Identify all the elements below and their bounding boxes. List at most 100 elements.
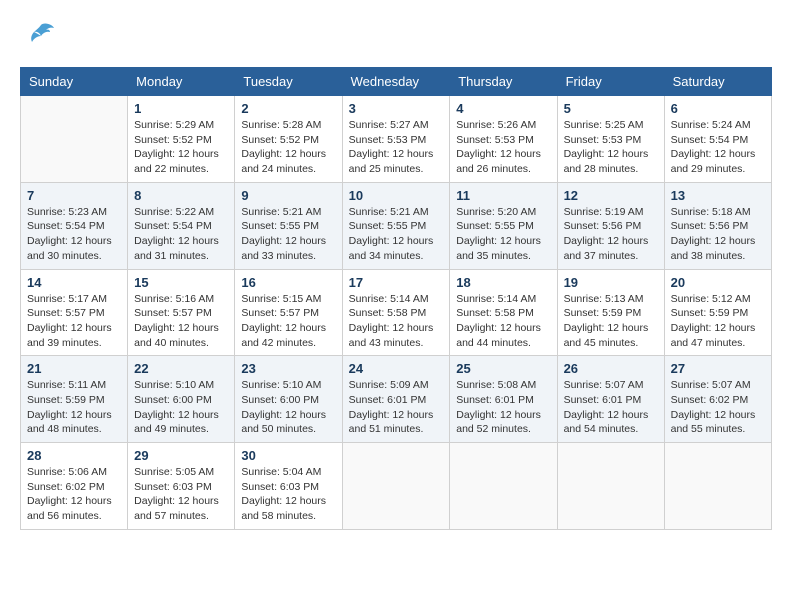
calendar-cell: 1 Sunrise: 5:29 AMSunset: 5:52 PMDaylight… (128, 96, 235, 183)
day-number: 5 (564, 101, 658, 116)
calendar-cell: 17 Sunrise: 5:14 AMSunset: 5:58 PMDayligh… (342, 269, 450, 356)
calendar-cell: 25 Sunrise: 5:08 AMSunset: 6:01 PMDayligh… (450, 356, 557, 443)
day-info: Sunrise: 5:17 AMSunset: 5:57 PMDaylight:… (27, 292, 121, 351)
day-number: 1 (134, 101, 228, 116)
calendar-cell (664, 443, 771, 530)
day-number: 18 (456, 275, 550, 290)
calendar-cell (557, 443, 664, 530)
day-number: 14 (27, 275, 121, 290)
col-header-thursday: Thursday (450, 68, 557, 96)
day-info: Sunrise: 5:15 AMSunset: 5:57 PMDaylight:… (241, 292, 335, 351)
calendar-cell (450, 443, 557, 530)
calendar-cell: 9 Sunrise: 5:21 AMSunset: 5:55 PMDaylight… (235, 182, 342, 269)
calendar-cell: 30 Sunrise: 5:04 AMSunset: 6:03 PMDayligh… (235, 443, 342, 530)
day-info: Sunrise: 5:07 AMSunset: 6:01 PMDaylight:… (564, 378, 658, 437)
day-number: 19 (564, 275, 658, 290)
day-number: 13 (671, 188, 765, 203)
calendar-cell (342, 443, 450, 530)
day-number: 9 (241, 188, 335, 203)
calendar-cell: 4 Sunrise: 5:26 AMSunset: 5:53 PMDaylight… (450, 96, 557, 183)
calendar-cell: 21Sunrise: 5:11 AMSunset: 5:59 PMDayligh… (21, 356, 128, 443)
calendar-cell: 13 Sunrise: 5:18 AMSunset: 5:56 PMDayligh… (664, 182, 771, 269)
logo-bird-icon (26, 20, 56, 57)
day-info: Sunrise: 5:05 AMSunset: 6:03 PMDaylight:… (134, 465, 228, 524)
day-info: Sunrise: 5:22 AMSunset: 5:54 PMDaylight:… (134, 205, 228, 264)
day-info: Sunrise: 5:27 AMSunset: 5:53 PMDaylight:… (349, 118, 444, 177)
calendar-cell: 23Sunrise: 5:10 AMSunset: 6:00 PMDayligh… (235, 356, 342, 443)
calendar-cell (21, 96, 128, 183)
day-info: Sunrise: 5:19 AMSunset: 5:56 PMDaylight:… (564, 205, 658, 264)
calendar-cell: 6Sunrise: 5:24 AMSunset: 5:54 PMDaylight… (664, 96, 771, 183)
calendar-cell: 28Sunrise: 5:06 AMSunset: 6:02 PMDayligh… (21, 443, 128, 530)
calendar-row: 1 Sunrise: 5:29 AMSunset: 5:52 PMDaylight… (21, 96, 772, 183)
col-header-wednesday: Wednesday (342, 68, 450, 96)
calendar-row: 14 Sunrise: 5:17 AMSunset: 5:57 PMDayligh… (21, 269, 772, 356)
day-info: Sunrise: 5:12 AMSunset: 5:59 PMDaylight:… (671, 292, 765, 351)
calendar-header-row: SundayMondayTuesdayWednesdayThursdayFrid… (21, 68, 772, 96)
day-info: Sunrise: 5:18 AMSunset: 5:56 PMDaylight:… (671, 205, 765, 264)
day-info: Sunrise: 5:08 AMSunset: 6:01 PMDaylight:… (456, 378, 550, 437)
calendar-table: SundayMondayTuesdayWednesdayThursdayFrid… (20, 67, 772, 530)
calendar-cell: 11 Sunrise: 5:20 AMSunset: 5:55 PMDayligh… (450, 182, 557, 269)
day-number: 20 (671, 275, 765, 290)
calendar-cell: 12 Sunrise: 5:19 AMSunset: 5:56 PMDayligh… (557, 182, 664, 269)
day-number: 6 (671, 101, 765, 116)
calendar-cell: 20 Sunrise: 5:12 AMSunset: 5:59 PMDayligh… (664, 269, 771, 356)
day-number: 2 (241, 101, 335, 116)
day-info: Sunrise: 5:14 AMSunset: 5:58 PMDaylight:… (456, 292, 550, 351)
calendar-cell: 26Sunrise: 5:07 AMSunset: 6:01 PMDayligh… (557, 356, 664, 443)
day-number: 27 (671, 361, 765, 376)
day-number: 4 (456, 101, 550, 116)
day-number: 15 (134, 275, 228, 290)
day-info: Sunrise: 5:09 AMSunset: 6:01 PMDaylight:… (349, 378, 444, 437)
calendar-cell: 29 Sunrise: 5:05 AMSunset: 6:03 PMDayligh… (128, 443, 235, 530)
day-number: 12 (564, 188, 658, 203)
day-number: 11 (456, 188, 550, 203)
calendar-row: 7 Sunrise: 5:23 AMSunset: 5:54 PMDaylight… (21, 182, 772, 269)
calendar-row: 21Sunrise: 5:11 AMSunset: 5:59 PMDayligh… (21, 356, 772, 443)
col-header-friday: Friday (557, 68, 664, 96)
calendar-cell: 24 Sunrise: 5:09 AMSunset: 6:01 PMDayligh… (342, 356, 450, 443)
col-header-monday: Monday (128, 68, 235, 96)
col-header-sunday: Sunday (21, 68, 128, 96)
day-info: Sunrise: 5:04 AMSunset: 6:03 PMDaylight:… (241, 465, 335, 524)
day-info: Sunrise: 5:29 AMSunset: 5:52 PMDaylight:… (134, 118, 228, 177)
day-info: Sunrise: 5:28 AMSunset: 5:52 PMDaylight:… (241, 118, 335, 177)
calendar-cell: 27 Sunrise: 5:07 AMSunset: 6:02 PMDayligh… (664, 356, 771, 443)
day-info: Sunrise: 5:26 AMSunset: 5:53 PMDaylight:… (456, 118, 550, 177)
logo (20, 20, 56, 57)
calendar-cell: 10 Sunrise: 5:21 AMSunset: 5:55 PMDayligh… (342, 182, 450, 269)
day-number: 29 (134, 448, 228, 463)
day-info: Sunrise: 5:13 AMSunset: 5:59 PMDaylight:… (564, 292, 658, 351)
day-number: 16 (241, 275, 335, 290)
day-info: Sunrise: 5:23 AMSunset: 5:54 PMDaylight:… (27, 205, 121, 264)
col-header-tuesday: Tuesday (235, 68, 342, 96)
day-info: Sunrise: 5:21 AMSunset: 5:55 PMDaylight:… (241, 205, 335, 264)
day-info: Sunrise: 5:21 AMSunset: 5:55 PMDaylight:… (349, 205, 444, 264)
day-number: 17 (349, 275, 444, 290)
day-number: 30 (241, 448, 335, 463)
day-info: Sunrise: 5:16 AMSunset: 5:57 PMDaylight:… (134, 292, 228, 351)
day-info: Sunrise: 5:07 AMSunset: 6:02 PMDaylight:… (671, 378, 765, 437)
day-number: 21 (27, 361, 121, 376)
calendar-cell: 3 Sunrise: 5:27 AMSunset: 5:53 PMDaylight… (342, 96, 450, 183)
day-number: 24 (349, 361, 444, 376)
calendar-cell: 2 Sunrise: 5:28 AMSunset: 5:52 PMDaylight… (235, 96, 342, 183)
day-number: 10 (349, 188, 444, 203)
day-number: 3 (349, 101, 444, 116)
day-info: Sunrise: 5:14 AMSunset: 5:58 PMDaylight:… (349, 292, 444, 351)
day-number: 8 (134, 188, 228, 203)
day-info: Sunrise: 5:20 AMSunset: 5:55 PMDaylight:… (456, 205, 550, 264)
calendar-row: 28Sunrise: 5:06 AMSunset: 6:02 PMDayligh… (21, 443, 772, 530)
day-number: 7 (27, 188, 121, 203)
day-info: Sunrise: 5:10 AMSunset: 6:00 PMDaylight:… (241, 378, 335, 437)
calendar-cell: 18 Sunrise: 5:14 AMSunset: 5:58 PMDayligh… (450, 269, 557, 356)
calendar-cell: 7 Sunrise: 5:23 AMSunset: 5:54 PMDaylight… (21, 182, 128, 269)
day-info: Sunrise: 5:25 AMSunset: 5:53 PMDaylight:… (564, 118, 658, 177)
calendar-cell: 15 Sunrise: 5:16 AMSunset: 5:57 PMDayligh… (128, 269, 235, 356)
calendar-cell: 8 Sunrise: 5:22 AMSunset: 5:54 PMDaylight… (128, 182, 235, 269)
day-number: 25 (456, 361, 550, 376)
calendar-cell: 19 Sunrise: 5:13 AMSunset: 5:59 PMDayligh… (557, 269, 664, 356)
calendar-cell: 5 Sunrise: 5:25 AMSunset: 5:53 PMDaylight… (557, 96, 664, 183)
day-number: 22 (134, 361, 228, 376)
